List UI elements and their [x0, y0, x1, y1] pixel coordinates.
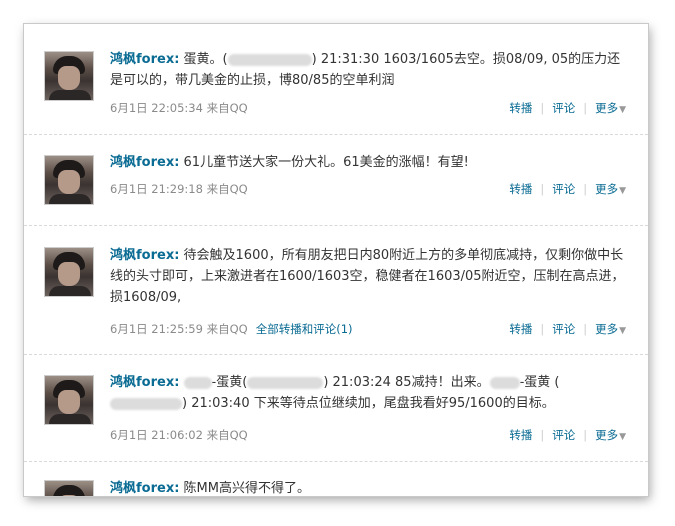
post-content: 61儿童节送大家一份大礼。61美金的涨幅！有望! — [179, 155, 469, 170]
feed-panel: 鸿枫forex: 蛋黄。() 21:31:30 1603/1605去空。损08/… — [24, 24, 648, 496]
author-link[interactable]: 鸿枫forex: — [110, 248, 179, 263]
author-link[interactable]: 鸿枫forex: — [110, 375, 179, 390]
redacted-text — [227, 53, 312, 66]
redacted-text — [247, 376, 324, 389]
feed-post: 鸿枫forex: 61儿童节送大家一份大礼。61美金的涨幅！有望! 6月1日 2… — [24, 135, 648, 226]
post-actions: 转播 | 评论 | 更多▼ — [509, 101, 626, 115]
post-time: 6月1日 21:06:02 来自QQ — [110, 428, 248, 442]
forward-button[interactable]: 转播 — [509, 428, 532, 442]
post-text: 鸿枫forex: -蛋黄( ) 21:03:24 85减持！出来。 -蛋黄 ( ) 2… — [110, 372, 630, 414]
post-content: 陈MM高兴得不得了。 — [179, 481, 310, 496]
chevron-down-icon: ▼ — [619, 105, 626, 115]
post-content: ) 21:03:24 85减持！出来。 — [323, 375, 490, 390]
more-button[interactable]: 更多▼ — [595, 428, 626, 442]
post-content: 待会触及1600，所有朋友把日内80附近上方的多单彻底减持，仅剩你做中长线的头寸… — [110, 248, 625, 305]
post-text: 鸿枫forex: 待会触及1600，所有朋友把日内80附近上方的多单彻底减持，仅… — [110, 245, 630, 308]
avatar[interactable] — [44, 247, 94, 297]
more-button[interactable]: 更多▼ — [595, 322, 626, 336]
comment-button[interactable]: 评论 — [552, 428, 575, 442]
avatar[interactable] — [44, 375, 94, 425]
feed-post: 鸿枫forex: 待会触及1600，所有朋友把日内80附近上方的多单彻底减持，仅… — [24, 226, 648, 355]
post-content: -蛋黄 ( — [519, 375, 560, 390]
author-link[interactable]: 鸿枫forex: — [110, 52, 179, 67]
forward-button[interactable]: 转播 — [509, 182, 532, 196]
author-link[interactable]: 鸿枫forex: — [110, 481, 179, 496]
post-text: 鸿枫forex: 陈MM高兴得不得了。 — [110, 478, 630, 496]
feed-post: 鸿枫forex: -蛋黄( ) 21:03:24 85减持！出来。 -蛋黄 ( ) 2… — [24, 355, 648, 462]
comment-button[interactable]: 评论 — [552, 101, 575, 115]
chevron-down-icon: ▼ — [619, 326, 626, 336]
post-time: 6月1日 22:05:34 来自QQ — [110, 101, 248, 115]
forward-button[interactable]: 转播 — [509, 322, 532, 336]
post-text: 鸿枫forex: 蛋黄。() 21:31:30 1603/1605去空。损08/… — [110, 49, 630, 91]
redacted-text — [183, 376, 212, 389]
comment-button[interactable]: 评论 — [552, 322, 575, 336]
post-time: 6月1日 21:25:59 来自QQ 全部转播和评论(1) — [110, 322, 353, 336]
post-time: 6月1日 21:29:18 来自QQ — [110, 182, 248, 196]
comment-button[interactable]: 评论 — [552, 182, 575, 196]
chevron-down-icon: ▼ — [619, 432, 626, 442]
redacted-text — [110, 397, 182, 410]
post-content: -蛋黄( — [211, 375, 248, 390]
avatar[interactable] — [44, 480, 94, 496]
feed-post: 鸿枫forex: 陈MM高兴得不得了。 — [24, 462, 648, 496]
post-content: ) 21:03:40 下来等待点位继续加，尾盘我看好95/1600的目标。 — [182, 396, 555, 411]
forward-button[interactable]: 转播 — [509, 101, 532, 115]
more-button[interactable]: 更多▼ — [595, 182, 626, 196]
feed-post: 鸿枫forex: 蛋黄。() 21:31:30 1603/1605去空。损08/… — [24, 24, 648, 135]
post-actions: 转播 | 评论 | 更多▼ — [509, 182, 626, 196]
post-actions: 转播 | 评论 | 更多▼ — [509, 428, 626, 442]
post-content — [179, 375, 183, 390]
post-actions: 转播 | 评论 | 更多▼ — [509, 322, 626, 336]
avatar[interactable] — [44, 155, 94, 205]
author-link[interactable]: 鸿枫forex: — [110, 155, 179, 170]
more-button[interactable]: 更多▼ — [595, 101, 626, 115]
chevron-down-icon: ▼ — [619, 186, 626, 196]
post-content: 蛋黄。( — [179, 52, 228, 67]
avatar[interactable] — [44, 51, 94, 101]
post-text: 鸿枫forex: 61儿童节送大家一份大礼。61美金的涨幅！有望! — [110, 152, 630, 173]
redacted-text — [489, 376, 520, 389]
all-forwards-comments-link[interactable]: 全部转播和评论(1) — [256, 322, 353, 336]
